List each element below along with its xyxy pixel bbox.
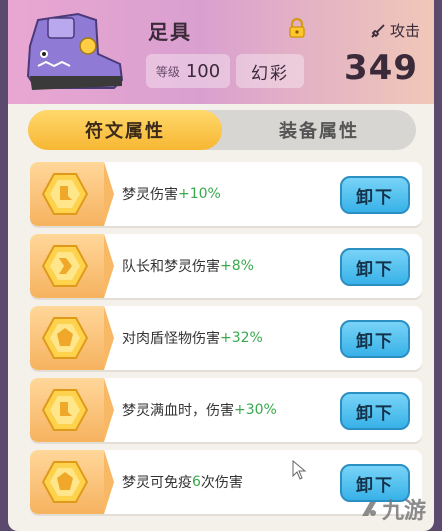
lock-icon[interactable] xyxy=(288,18,306,38)
boot-icon xyxy=(26,12,124,90)
rune-icon xyxy=(42,461,88,503)
level-box: 等级 100 xyxy=(146,54,230,88)
rune-icon xyxy=(42,245,88,287)
rune-icon xyxy=(42,173,88,215)
unequip-button[interactable]: 卸下 xyxy=(340,176,410,214)
list-item: 队长和梦灵伤害 +8% 卸下 xyxy=(30,234,422,298)
equipment-header: 足具 攻击 等级 100 幻彩 349 xyxy=(8,0,434,104)
rune-icon-frame xyxy=(30,450,114,514)
rune-icon-frame xyxy=(30,162,114,226)
mouse-cursor-icon xyxy=(292,460,307,480)
rune-description: 梦灵伤害 +10% xyxy=(122,162,221,226)
tab-rune-attributes[interactable]: 符文属性 xyxy=(28,110,222,150)
list-item: 对肉盾怪物伤害 +32% 卸下 xyxy=(30,306,422,370)
nine-game-logo-icon xyxy=(361,502,376,516)
attribute-tabs: 符文属性 装备属性 xyxy=(28,110,416,150)
rune-bonus: +8% xyxy=(220,258,254,274)
watermark: 九游 xyxy=(358,493,426,525)
tab-equipment-attributes[interactable]: 装备属性 xyxy=(222,110,416,150)
rune-effect-text: 梦灵伤害 xyxy=(122,187,178,203)
rune-effect-text: 梦灵可免疫 xyxy=(122,475,192,491)
rune-bonus: +10% xyxy=(178,186,221,202)
rune-bonus: 6 xyxy=(192,474,201,490)
list-item: 梦灵满血时，伤害 +30% 卸下 xyxy=(30,378,422,442)
unequip-button[interactable]: 卸下 xyxy=(340,248,410,286)
rune-icon xyxy=(42,389,88,431)
level-value: 100 xyxy=(185,60,221,82)
rune-effect-text: 队长和梦灵伤害 xyxy=(122,259,220,275)
rune-description: 梦灵可免疫 6 次伤害 xyxy=(122,450,243,514)
rune-bonus: +30% xyxy=(234,402,277,418)
equipment-title: 足具 xyxy=(148,20,192,44)
rune-icon-frame xyxy=(30,378,114,442)
attack-label: 攻击 xyxy=(389,22,420,40)
power-value: 349 xyxy=(344,48,418,88)
rune-effect-text-suffix: 次伤害 xyxy=(200,475,243,491)
level-label: 等级 xyxy=(155,64,180,79)
watermark-text: 九游 xyxy=(381,499,426,524)
sword-icon xyxy=(371,23,385,38)
attack-stat: 攻击 xyxy=(370,20,420,41)
rune-icon xyxy=(42,317,88,359)
unequip-button[interactable]: 卸下 xyxy=(340,320,410,358)
list-item: 梦灵伤害 +10% 卸下 xyxy=(30,162,422,226)
rune-description: 对肉盾怪物伤害 +32% xyxy=(122,306,263,370)
quality-badge: 幻彩 xyxy=(236,54,304,88)
rune-effect-text: 对肉盾怪物伤害 xyxy=(122,331,220,347)
rune-icon-frame xyxy=(30,234,114,298)
rune-bonus: +32% xyxy=(220,330,263,346)
equipment-panel: 足具 攻击 等级 100 幻彩 349 符文属性 装备属性 梦灵伤害 +10% … xyxy=(8,0,434,531)
rune-description: 梦灵满血时，伤害 +30% xyxy=(122,378,277,442)
rune-icon-frame xyxy=(30,306,114,370)
rune-description: 队长和梦灵伤害 +8% xyxy=(122,234,254,298)
rune-effect-text: 梦灵满血时，伤害 xyxy=(122,403,234,419)
unequip-button[interactable]: 卸下 xyxy=(340,392,410,430)
